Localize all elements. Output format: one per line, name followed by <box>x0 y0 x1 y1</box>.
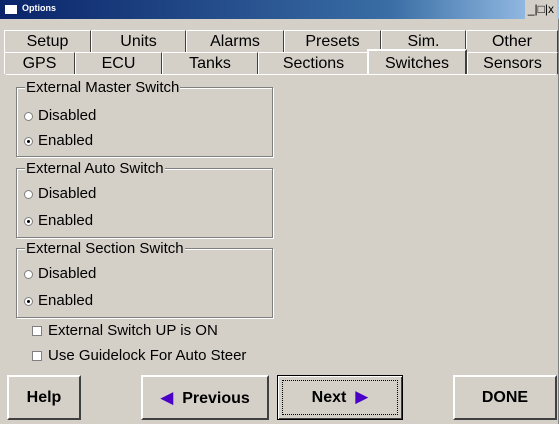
tab-ecu[interactable]: ECU <box>75 52 162 74</box>
tab-gps[interactable]: GPS <box>4 52 75 74</box>
radio-label: Disabled <box>38 265 97 282</box>
group-title: External Auto Switch <box>25 160 165 177</box>
external-section-switch-group: External Section Switch Disabled Enabled <box>16 240 273 318</box>
next-button[interactable]: Next ▶ <box>277 375 403 420</box>
radio-label: Enabled <box>38 132 94 149</box>
radio-label: Enabled <box>38 292 94 309</box>
previous-arrow-icon: ◀ <box>160 388 174 407</box>
radio-button-checked-icon[interactable] <box>24 217 33 226</box>
tab-units[interactable]: Units <box>91 30 186 52</box>
radio-label: Enabled <box>38 212 94 229</box>
focus-ring <box>282 380 398 415</box>
button-bar: Help ◀ Previous Next ▶ DONE <box>0 370 559 424</box>
external-master-switch-group: External Master Switch Disabled Enabled <box>16 79 273 157</box>
title-bar: Options _|□|x <box>0 0 559 19</box>
tab-sensors[interactable]: Sensors <box>467 52 558 74</box>
group-title: External Section Switch <box>25 240 185 257</box>
external-auto-switch-group: External Auto Switch Disabled Enabled <box>16 160 273 238</box>
checkbox-icon[interactable] <box>32 326 42 336</box>
checkbox-label: Use Guidelock For Auto Steer <box>48 347 247 364</box>
previous-label: Previous <box>182 390 250 407</box>
window-icon <box>4 4 18 15</box>
help-button[interactable]: Help <box>7 375 81 420</box>
tab-other[interactable]: Other <box>466 30 558 52</box>
options-window: Options _|□|x Setup Units Alarms Presets… <box>0 0 559 424</box>
window-title: Options <box>22 3 56 13</box>
done-button[interactable]: DONE <box>453 375 557 420</box>
tab-row-1: Setup Units Alarms Presets Sim. Other <box>0 30 559 52</box>
radio-button-checked-icon[interactable] <box>24 297 33 306</box>
previous-button[interactable]: ◀ Previous <box>141 375 269 420</box>
tab-switches[interactable]: Switches <box>367 49 467 74</box>
tab-sections[interactable]: Sections <box>258 52 369 74</box>
radio-button-icon[interactable] <box>24 190 33 199</box>
tab-tanks[interactable]: Tanks <box>162 52 258 74</box>
radio-label: Disabled <box>38 185 97 202</box>
checkbox-label: External Switch UP is ON <box>48 322 218 339</box>
tab-alarms[interactable]: Alarms <box>186 30 284 52</box>
checkbox-icon[interactable] <box>32 351 42 361</box>
radio-button-icon[interactable] <box>24 112 33 121</box>
radio-label: Disabled <box>38 107 97 124</box>
switches-panel: External Master Switch Disabled Enabled … <box>6 74 556 370</box>
window-controls[interactable]: _|□|x <box>524 0 557 19</box>
tab-setup[interactable]: Setup <box>4 30 91 52</box>
tab-row-2: GPS ECU Tanks Sections Switches Sensors <box>0 49 559 74</box>
radio-button-checked-icon[interactable] <box>24 137 33 146</box>
radio-button-icon[interactable] <box>24 270 33 279</box>
group-title: External Master Switch <box>25 79 181 96</box>
